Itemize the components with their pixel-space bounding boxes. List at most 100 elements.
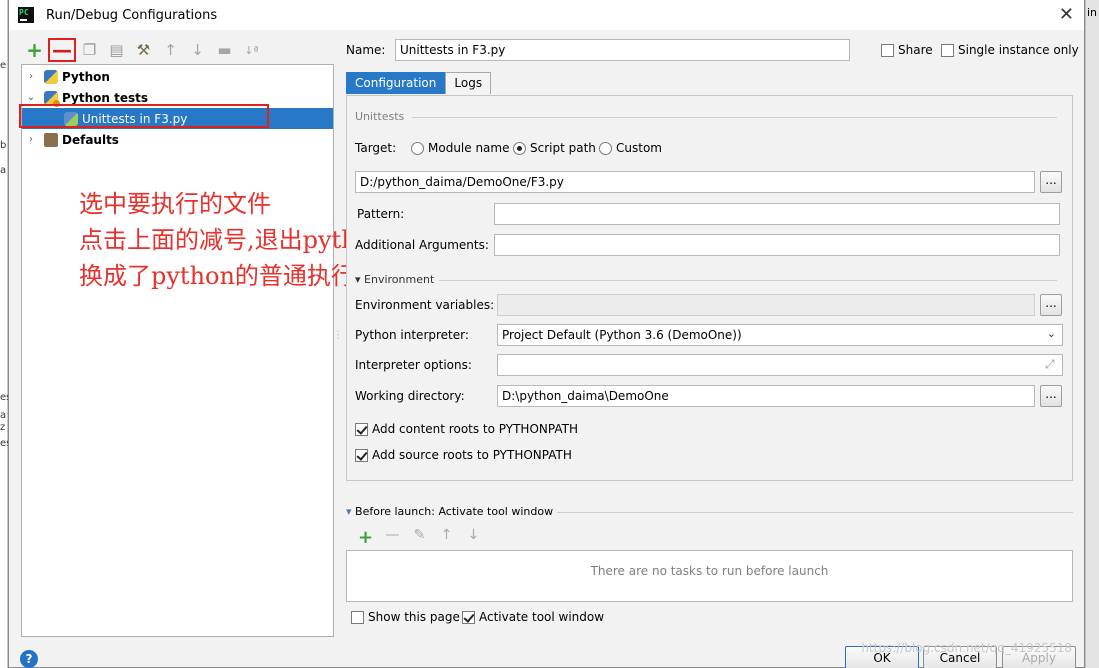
highlight-box: [19, 104, 269, 128]
pattern-input[interactable]: [494, 203, 1060, 225]
share-checkbox[interactable]: Share: [881, 43, 933, 57]
window-title: Run/Debug Configurations: [46, 7, 218, 23]
sort-icon[interactable]: ↓ª: [238, 38, 265, 62]
move-task-up-icon[interactable]: ↑: [433, 527, 460, 548]
move-task-down-icon[interactable]: ↓: [460, 527, 487, 548]
run-debug-dialog: PC Run/Debug Configurations ✕ + — ❐ ▤ ⚒ …: [8, 0, 1085, 668]
chevron-right-icon[interactable]: ›: [22, 71, 40, 82]
edit-defaults-wrench-icon[interactable]: ⚒: [130, 38, 157, 62]
browse-script-button[interactable]: ...: [1040, 171, 1062, 193]
python-tests-icon: [44, 90, 60, 107]
target-script-path-radio[interactable]: Script path: [513, 141, 596, 155]
tree-node-label: Defaults: [62, 132, 119, 147]
collapse-arrow-icon: ▾: [346, 505, 352, 518]
add-task-icon[interactable]: +: [352, 527, 379, 548]
section-environment-title[interactable]: ▾ Environment: [355, 273, 434, 286]
tree-node-label: Python tests: [62, 90, 148, 105]
radio-label: Module name: [428, 141, 510, 155]
tree-node-label: Python: [62, 69, 110, 84]
add-config-icon[interactable]: +: [21, 38, 48, 62]
share-label: Share: [898, 43, 933, 57]
chevron-down-icon: ⌄: [1046, 327, 1056, 340]
env-vars-label: Environment variables:: [355, 298, 495, 312]
tab-configuration[interactable]: Configuration: [346, 72, 446, 94]
single-instance-check[interactable]: [941, 44, 954, 57]
bg-char: b: [0, 140, 7, 151]
before-launch-header[interactable]: ▾ Before launch: Activate tool window: [346, 505, 553, 518]
chevron-down-icon[interactable]: ⌄: [22, 92, 40, 103]
move-up-icon[interactable]: ↑: [157, 38, 184, 62]
close-icon[interactable]: ✕: [1059, 4, 1074, 25]
remove-config-icon[interactable]: —: [48, 38, 76, 62]
browse-env-button[interactable]: ...: [1040, 294, 1062, 316]
checkbox-unchecked[interactable]: [351, 611, 364, 624]
empty-task-message: There are no tasks to run before launch: [590, 564, 829, 578]
script-path-input[interactable]: D:/python_daima/DemoOne/F3.py: [355, 171, 1035, 193]
target-label: Target:: [355, 141, 397, 155]
single-instance-label: Single instance only: [958, 43, 1079, 57]
bg-char: e: [0, 60, 7, 71]
additional-args-input[interactable]: [494, 234, 1060, 256]
target-custom-radio[interactable]: Custom: [599, 141, 662, 155]
folder-icon[interactable]: ▬: [211, 38, 238, 62]
interp-options-label: Interpreter options:: [355, 358, 472, 372]
expand-icon[interactable]: ⤢: [1045, 357, 1055, 372]
name-label: Name:: [346, 43, 386, 57]
python-icon: [44, 69, 58, 84]
chevron-right-icon[interactable]: ›: [22, 134, 40, 145]
edit-task-icon[interactable]: ✎: [406, 527, 433, 548]
interpreter-selected: Project Default (Python 3.6 (DemoOne)): [502, 328, 742, 342]
interp-options-input[interactable]: [497, 354, 1063, 376]
splitter-handle[interactable]: ⋮: [333, 330, 343, 341]
radio-button[interactable]: [599, 142, 612, 155]
interpreter-dropdown[interactable]: Project Default (Python 3.6 (DemoOne)) ⌄: [497, 324, 1063, 346]
env-vars-input[interactable]: [497, 294, 1035, 316]
checkbox-checked[interactable]: [462, 611, 475, 624]
show-this-page-checkbox[interactable]: Show this page: [351, 610, 460, 624]
bg-char: z: [0, 422, 6, 433]
bg-char: a: [0, 165, 7, 176]
add-source-roots-checkbox[interactable]: Add source roots to PYTHONPATH: [355, 448, 572, 462]
checkbox-checked[interactable]: [355, 449, 368, 462]
config-tabs: Configuration Logs: [346, 72, 492, 94]
wrench-icon: [44, 132, 58, 147]
browse-working-dir-button[interactable]: ...: [1040, 385, 1062, 407]
move-down-icon[interactable]: ↓: [184, 38, 211, 62]
section-divider: [439, 280, 1057, 281]
radio-label: Script path: [530, 141, 596, 155]
tree-node-python[interactable]: › Python: [22, 66, 333, 87]
radio-button-selected[interactable]: [513, 142, 526, 155]
radio-button[interactable]: [411, 142, 424, 155]
section-environment-label: Environment: [364, 273, 435, 286]
before-launch-task-list[interactable]: There are no tasks to run before launch: [346, 550, 1073, 602]
working-dir-input[interactable]: D:\python_daima\DemoOne: [497, 385, 1035, 407]
help-icon[interactable]: ?: [20, 650, 38, 668]
checkbox-checked[interactable]: [355, 423, 368, 436]
name-input[interactable]: Unittests in F3.py: [395, 39, 850, 61]
title-bar: PC Run/Debug Configurations ✕: [9, 0, 1084, 30]
tab-logs[interactable]: Logs: [445, 72, 492, 94]
pattern-label: Pattern:: [357, 207, 405, 221]
checkbox-label: Show this page: [368, 610, 460, 624]
section-divider: [412, 117, 1057, 118]
share-check[interactable]: [881, 44, 894, 57]
checkbox-label: Add content roots to PYTHONPATH: [372, 422, 578, 436]
additional-args-label: Additional Arguments:: [355, 238, 489, 252]
target-module-name-radio[interactable]: Module name: [411, 141, 509, 155]
config-toolbar: + — ❐ ▤ ⚒ ↑ ↓ ▬ ↓ª: [21, 38, 265, 62]
section-unittests-title: Unittests: [355, 110, 405, 123]
copy-config-icon[interactable]: ❐: [76, 38, 103, 62]
checkbox-label: Add source roots to PYTHONPATH: [372, 448, 572, 462]
section-divider: [557, 512, 1073, 513]
before-launch-toolbar: + — ✎ ↑ ↓: [352, 527, 487, 548]
save-config-icon[interactable]: ▤: [103, 38, 130, 62]
tree-node-defaults[interactable]: › Defaults: [22, 129, 333, 150]
remove-task-icon[interactable]: —: [379, 527, 406, 548]
background-window-left-edge: e b a es a z es: [0, 0, 11, 668]
single-instance-checkbox[interactable]: Single instance only: [941, 43, 1079, 57]
background-window-right-edge: in: [1085, 0, 1099, 668]
bg-right-text: in: [1087, 6, 1098, 19]
activate-tool-window-checkbox[interactable]: Activate tool window: [462, 610, 604, 624]
add-content-roots-checkbox[interactable]: Add content roots to PYTHONPATH: [355, 422, 578, 436]
before-launch-title: Before launch: Activate tool window: [355, 505, 554, 518]
